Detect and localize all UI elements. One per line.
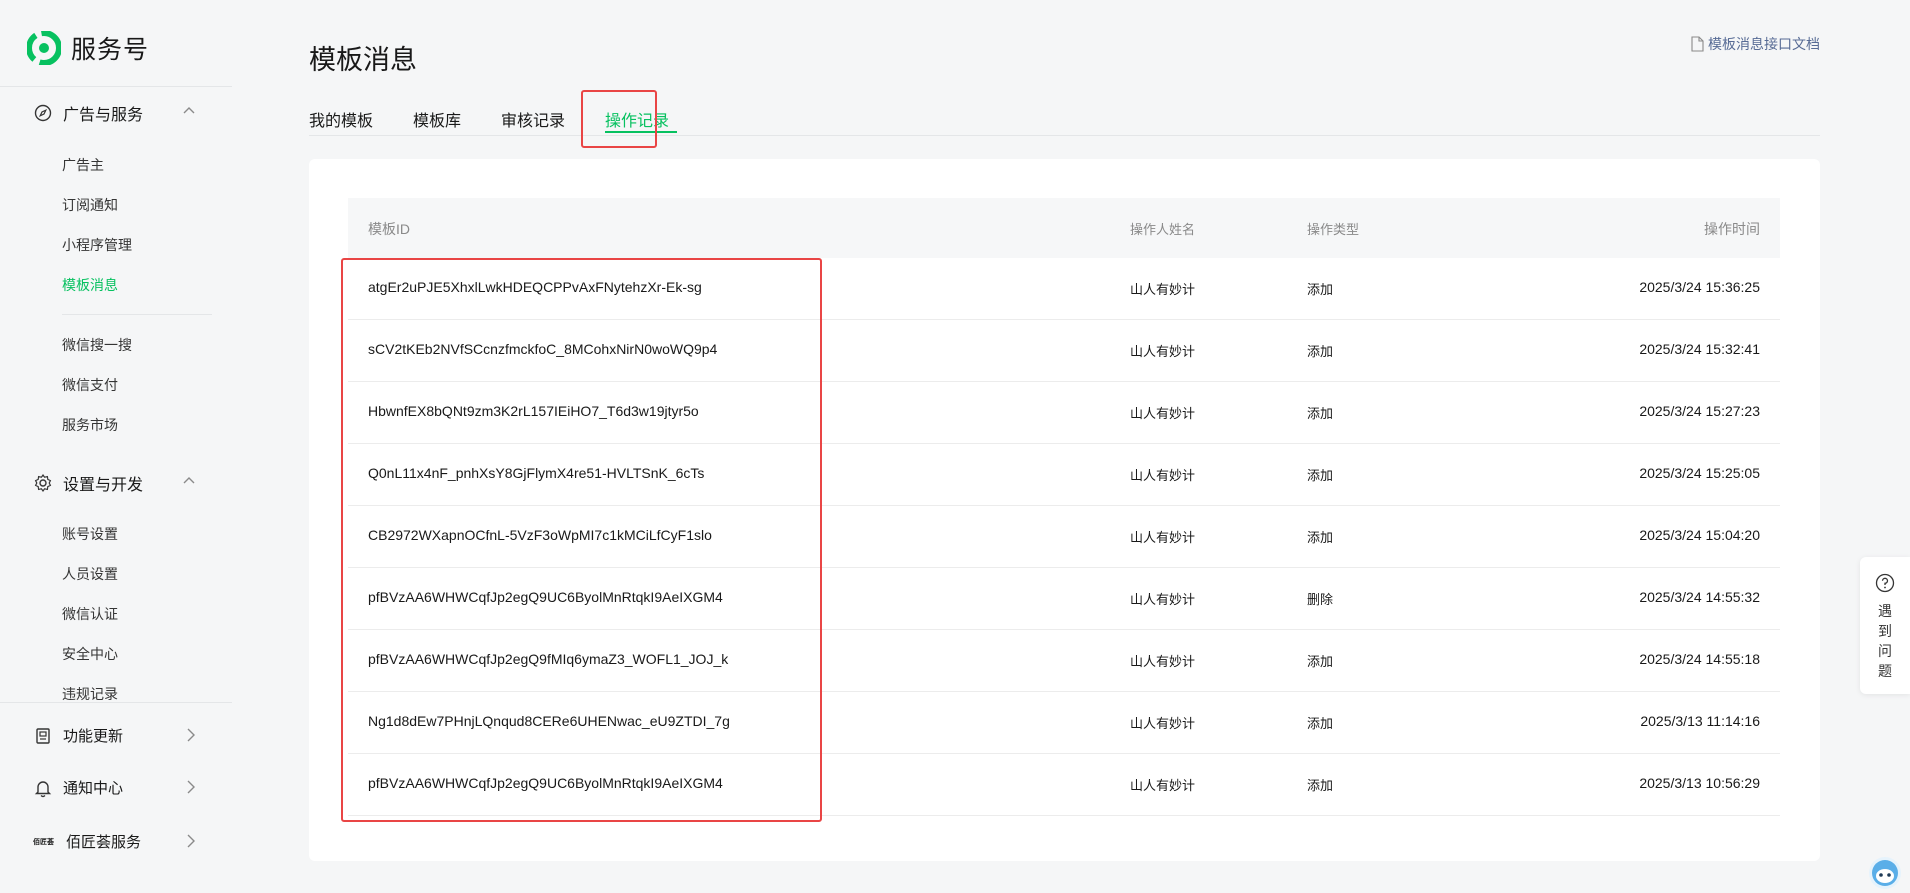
nav-section-settings-dev[interactable]: 设置与开发 xyxy=(33,471,195,495)
operation-type-cell: 添加 xyxy=(1307,282,1334,297)
sidebar-item-security-center[interactable]: 安全中心 xyxy=(62,644,118,664)
nav-notification-center[interactable]: 通知中心 xyxy=(33,777,195,798)
operator-cell: 山人有妙计 xyxy=(1130,592,1196,607)
chevron-right-icon xyxy=(187,728,195,742)
chevron-right-icon xyxy=(187,834,195,848)
sidebar-item-account-settings[interactable]: 账号设置 xyxy=(62,524,118,544)
divider xyxy=(0,86,232,87)
nav-label: 佰匠荟服务 xyxy=(66,834,142,851)
operation-type-cell: 添加 xyxy=(1307,406,1334,421)
gear-icon xyxy=(34,473,52,493)
service-account-logo-icon xyxy=(27,31,61,65)
sidebar-item-advertiser[interactable]: 广告主 xyxy=(62,155,104,175)
operation-type-cell: 添加 xyxy=(1307,344,1334,359)
tab-bar: 我的模板 模板库 审核记录 操作记录 xyxy=(309,105,1820,136)
nav-section-label: 设置与开发 xyxy=(63,477,144,494)
help-label: 遇到问题 xyxy=(1878,603,1892,679)
tab-review-records[interactable]: 审核记录 xyxy=(501,107,565,131)
column-header-template-id: 模板ID xyxy=(368,221,410,237)
brand[interactable]: 服务号 xyxy=(27,30,149,66)
feature-update-icon xyxy=(36,727,50,744)
operation-time-cell: 2025/3/24 15:36:25 xyxy=(1639,279,1760,295)
compass-icon xyxy=(34,104,52,122)
operation-type-cell: 添加 xyxy=(1307,716,1334,731)
page-title: 模板消息 xyxy=(309,45,417,75)
api-doc-link-label: 模板消息接口文档 xyxy=(1708,36,1820,52)
document-icon xyxy=(1691,36,1704,52)
sidebar: 服务号 广告与服务 广告主 订阅通知 小程序管理 模板消息 微信搜一搜 微信支付… xyxy=(0,0,232,893)
chevron-up-icon xyxy=(183,107,195,114)
sidebar-item-service-market[interactable]: 服务市场 xyxy=(62,415,118,435)
operator-cell: 山人有妙计 xyxy=(1130,406,1196,421)
operation-time-cell: 2025/3/24 15:27:23 xyxy=(1639,403,1760,419)
sidebar-item-violation-records[interactable]: 违规记录 xyxy=(62,684,118,704)
operation-time-cell: 2025/3/24 14:55:32 xyxy=(1639,589,1760,605)
operator-cell: 山人有妙计 xyxy=(1130,654,1196,669)
nav-feature-updates[interactable]: 功能更新 xyxy=(33,725,195,746)
tab-template-library[interactable]: 模板库 xyxy=(413,107,461,131)
chevron-up-icon xyxy=(183,477,195,484)
tab-my-templates[interactable]: 我的模板 xyxy=(309,107,373,131)
nav-section-ads-services[interactable]: 广告与服务 xyxy=(33,101,195,125)
operator-cell: 山人有妙计 xyxy=(1130,716,1196,731)
operation-time-cell: 2025/3/24 15:25:05 xyxy=(1639,465,1760,481)
operation-type-cell: 添加 xyxy=(1307,778,1334,793)
operation-time-cell: 2025/3/24 15:04:20 xyxy=(1639,527,1760,543)
operation-type-cell: 删除 xyxy=(1307,592,1334,607)
operator-cell: 山人有妙计 xyxy=(1130,282,1196,297)
sidebar-item-subscription-notice[interactable]: 订阅通知 xyxy=(62,195,118,215)
operator-cell: 山人有妙计 xyxy=(1130,778,1196,793)
operator-cell: 山人有妙计 xyxy=(1130,530,1196,545)
operation-type-cell: 添加 xyxy=(1307,530,1334,545)
operation-time-cell: 2025/3/13 10:56:29 xyxy=(1639,775,1760,791)
brand-name: 服务号 xyxy=(71,36,150,64)
operation-type-cell: 添加 xyxy=(1307,468,1334,483)
account-avatar: 佰匠荟 xyxy=(33,838,54,846)
operator-cell: 山人有妙计 xyxy=(1130,468,1196,483)
chat-assistant-icon[interactable] xyxy=(1866,852,1904,890)
nav-account-service[interactable]: 佰匠荟 佰匠荟服务 xyxy=(33,831,195,852)
sidebar-item-wechat-pay[interactable]: 微信支付 xyxy=(62,375,118,395)
sidebar-item-template-message[interactable]: 模板消息 xyxy=(62,275,118,295)
operator-cell: 山人有妙计 xyxy=(1130,344,1196,359)
template-id-highlight-box xyxy=(341,258,822,822)
operation-time-cell: 2025/3/13 11:14:16 xyxy=(1640,713,1760,729)
sidebar-item-member-settings[interactable]: 人员设置 xyxy=(62,564,118,584)
nav-label: 通知中心 xyxy=(63,780,124,797)
chevron-right-icon xyxy=(187,780,195,794)
operation-time-cell: 2025/3/24 14:55:18 xyxy=(1639,651,1760,667)
help-widget[interactable]: 遇到问题 xyxy=(1860,557,1910,694)
question-icon xyxy=(1875,573,1895,593)
sidebar-item-wechat-search[interactable]: 微信搜一搜 xyxy=(62,335,132,355)
table-header: 模板ID 操作人姓名 操作类型 操作时间 xyxy=(348,198,1780,258)
sidebar-item-wechat-verification[interactable]: 微信认证 xyxy=(62,604,118,624)
column-header-operator: 操作人姓名 xyxy=(1130,222,1196,237)
column-header-operation-type: 操作类型 xyxy=(1307,222,1360,237)
nav-label: 功能更新 xyxy=(63,728,124,745)
sidebar-item-mini-program[interactable]: 小程序管理 xyxy=(62,235,132,255)
nav-section-label: 广告与服务 xyxy=(63,107,144,124)
tab-highlight-box xyxy=(581,90,657,148)
operation-time-cell: 2025/3/24 15:32:41 xyxy=(1639,341,1760,357)
column-header-operation-time: 操作时间 xyxy=(1704,221,1760,237)
operation-type-cell: 添加 xyxy=(1307,654,1334,669)
divider xyxy=(0,702,232,703)
api-doc-link[interactable]: 模板消息接口文档 xyxy=(1691,34,1820,54)
divider xyxy=(62,314,212,315)
bell-icon xyxy=(34,780,52,797)
